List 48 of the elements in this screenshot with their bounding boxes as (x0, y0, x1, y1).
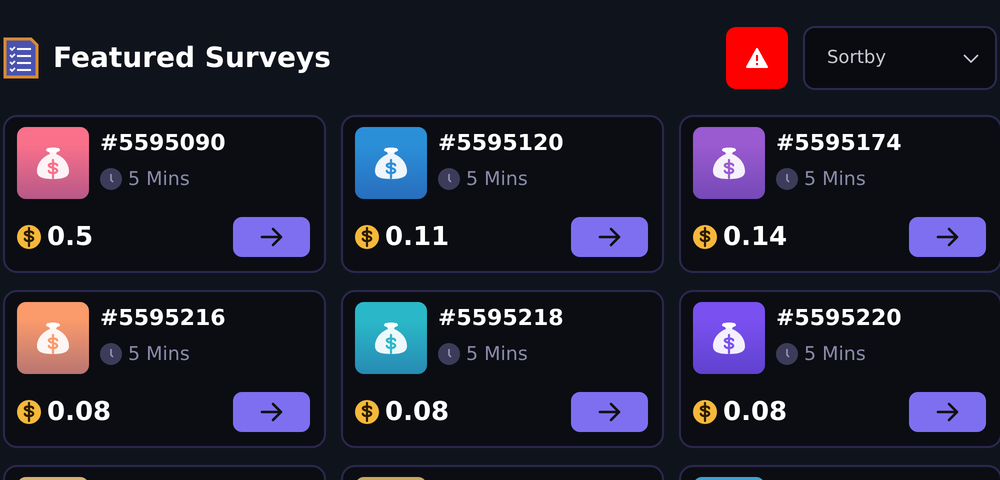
arrow-right-icon (936, 402, 960, 422)
clock-icon (776, 343, 798, 365)
coin-icon (17, 225, 41, 249)
survey-id: #5595220 (776, 306, 902, 331)
survey-reward: 0.11 (385, 222, 450, 252)
survey-duration: 5 Mins (466, 343, 528, 365)
coin-icon (355, 225, 379, 249)
clock-icon (100, 168, 122, 190)
sort-dropdown[interactable]: Sortby (803, 26, 997, 90)
checklist-icon (3, 36, 39, 80)
coin-icon (693, 225, 717, 249)
survey-reward: 0.08 (723, 397, 788, 427)
clock-icon (100, 343, 122, 365)
survey-duration: 5 Mins (128, 168, 190, 190)
page-title: Featured Surveys (53, 41, 332, 74)
arrow-right-icon (598, 227, 622, 247)
survey-id: #5595216 (100, 306, 226, 331)
coin-icon (693, 400, 717, 424)
chevron-down-icon (963, 54, 979, 62)
survey-duration: 5 Mins (804, 168, 866, 190)
alert-button[interactable] (726, 26, 788, 88)
survey-id: #5595090 (100, 131, 226, 156)
open-survey-button[interactable] (571, 392, 648, 432)
survey-id: #5595174 (776, 131, 902, 156)
survey-reward: 0.5 (47, 222, 94, 252)
survey-reward: 0.14 (723, 222, 788, 252)
survey-id: #5595120 (438, 131, 564, 156)
arrow-right-icon (260, 227, 284, 247)
open-survey-button[interactable] (571, 217, 648, 257)
clock-icon (776, 168, 798, 190)
open-survey-button[interactable] (233, 392, 310, 432)
warning-icon (746, 48, 768, 68)
coin-icon (17, 400, 41, 424)
survey-duration: 5 Mins (804, 343, 866, 365)
clock-icon (438, 343, 460, 365)
survey-reward: 0.08 (385, 397, 450, 427)
arrow-right-icon (936, 227, 960, 247)
survey-duration: 5 Mins (128, 343, 190, 365)
arrow-right-icon (598, 402, 622, 422)
survey-id: #5595218 (438, 306, 564, 331)
survey-duration: 5 Mins (466, 168, 528, 190)
arrow-right-icon (260, 402, 284, 422)
open-survey-button[interactable] (233, 217, 310, 257)
coin-icon (355, 400, 379, 424)
survey-reward: 0.08 (47, 397, 112, 427)
open-survey-button[interactable] (909, 217, 986, 257)
open-survey-button[interactable] (909, 392, 986, 432)
clock-icon (438, 168, 460, 190)
